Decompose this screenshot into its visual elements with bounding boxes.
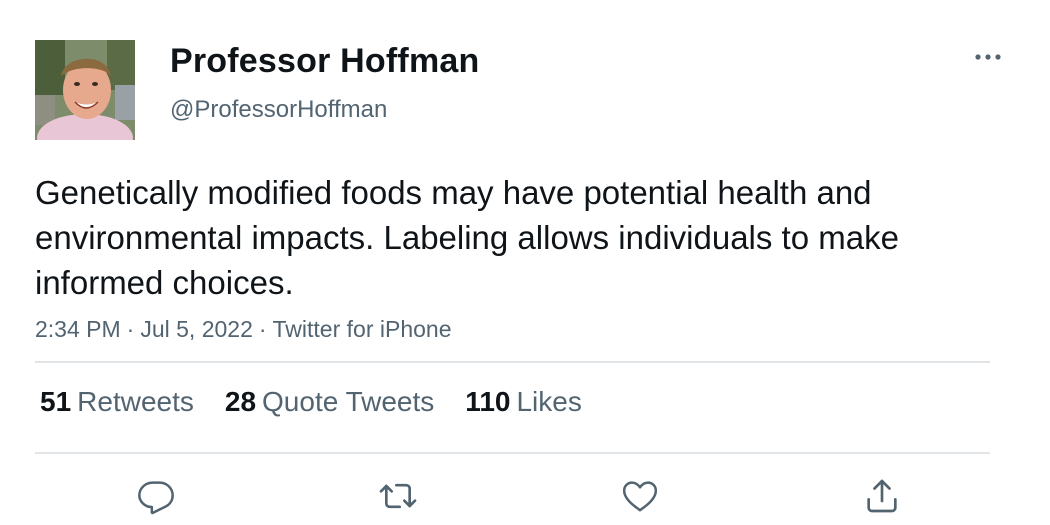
avatar[interactable] [35, 40, 135, 140]
likes-count: 110 [465, 386, 511, 417]
divider [35, 452, 990, 454]
retweet-button[interactable] [376, 474, 420, 518]
likes-stat[interactable]: 110 Likes [465, 386, 582, 418]
reply-button[interactable] [134, 474, 178, 518]
tweet-stats: 51 Retweets 28 Quote Tweets 110 Likes [40, 386, 613, 418]
tweet-date[interactable]: Jul 5, 2022 [140, 316, 253, 342]
avatar-photo [35, 40, 135, 140]
like-button[interactable] [618, 474, 662, 518]
tweet-time[interactable]: 2:34 PM [35, 316, 121, 342]
tweet-actions-bar [0, 474, 1050, 518]
more-horizontal-icon [975, 54, 1001, 60]
likes-label: Likes [516, 386, 582, 417]
retweets-count: 51 [40, 386, 72, 417]
tweet-card: Professor Hoffman @ProfessorHoffman Gene… [0, 0, 1050, 525]
retweet-icon [379, 483, 417, 509]
meta-separator: · [258, 316, 267, 342]
share-button[interactable] [860, 474, 904, 518]
quote-tweets-count: 28 [224, 386, 257, 417]
divider [35, 361, 990, 363]
reply-icon [138, 481, 174, 515]
author-display-name[interactable]: Professor Hoffman [170, 42, 479, 81]
tweet-text: Genetically modified foods may have pote… [35, 174, 899, 301]
tweet-meta: 2:34 PM · Jul 5, 2022 · Twitter for iPhone [35, 316, 452, 343]
quote-tweets-stat[interactable]: 28 Quote Tweets [225, 386, 434, 418]
meta-separator: · [126, 316, 135, 342]
retweets-label: Retweets [77, 386, 194, 417]
author-handle[interactable]: @ProfessorHoffman [170, 96, 387, 124]
heart-icon [622, 481, 658, 512]
more-options-button[interactable] [966, 40, 1010, 74]
tweet-source[interactable]: Twitter for iPhone [273, 316, 452, 342]
retweets-stat[interactable]: 51 Retweets [40, 386, 194, 418]
quote-tweets-label: Quote Tweets [262, 386, 435, 417]
share-icon [867, 479, 897, 513]
